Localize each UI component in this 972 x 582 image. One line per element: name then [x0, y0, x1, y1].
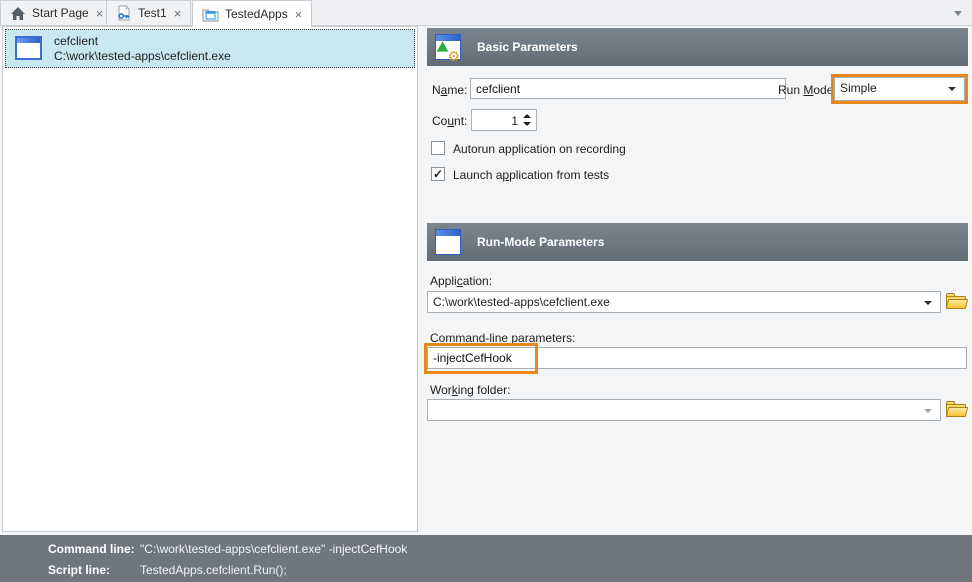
chevron-down-icon[interactable] — [948, 87, 956, 91]
close-icon[interactable]: × — [96, 7, 104, 20]
command-line-parameters-label: Command-line parameters: — [430, 331, 575, 345]
app-name: cefclient — [54, 34, 98, 48]
spin-up-icon[interactable] — [523, 114, 531, 118]
browse-working-folder-button[interactable] — [946, 401, 967, 417]
tab-list-dropdown-icon[interactable] — [954, 11, 962, 16]
chevron-down-icon[interactable] — [924, 301, 932, 305]
application-window-icon — [15, 36, 42, 60]
tab-label: Start Page — [32, 6, 89, 20]
script-line-status-label: Script line: — [48, 563, 110, 577]
tab-testedapps[interactable]: TestedApps × — [192, 0, 312, 27]
application-label: Application: — [430, 274, 492, 288]
basic-parameters-icon: ⚙ — [435, 34, 461, 60]
count-stepper[interactable]: 1 — [471, 109, 537, 131]
name-input[interactable] — [470, 78, 786, 99]
working-folder-label: Working folder: — [430, 383, 510, 397]
checkmark-icon: ✓ — [433, 167, 443, 181]
application-value: C:\work\tested-apps\cefclient.exe — [433, 295, 610, 309]
tested-apps-list: cefclient C:\work\tested-apps\cefclient.… — [2, 26, 418, 532]
tab-bar: Start Page × Test1 × TestedApps × — [0, 0, 972, 26]
section-title: Run-Mode Parameters — [477, 223, 604, 261]
spin-down-icon[interactable] — [523, 122, 531, 126]
tab-label: TestedApps — [225, 7, 288, 21]
command-line-status-label: Command line: — [48, 542, 135, 556]
tab-label: Test1 — [138, 6, 167, 20]
run-mode-label: Run Mode: — [778, 83, 837, 97]
tab-test1[interactable]: Test1 × — [106, 0, 191, 26]
autorun-checkbox-label: Autorun application on recording — [453, 142, 626, 156]
testedapps-editor-window: Start Page × Test1 × TestedApps × — [0, 0, 972, 582]
script-line-status-value: TestedApps.cefclient.Run(); — [140, 563, 287, 577]
run-mode-dropdown[interactable]: Simple — [834, 77, 965, 101]
count-label: Count: — [432, 114, 467, 128]
close-icon[interactable]: × — [174, 7, 182, 20]
close-icon[interactable]: × — [295, 8, 303, 21]
run-mode-value: Simple — [840, 81, 877, 95]
count-value: 1 — [511, 114, 518, 128]
chevron-down-icon[interactable] — [924, 409, 932, 413]
run-mode-parameters-icon — [435, 229, 461, 255]
app-path: C:\work\tested-apps\cefclient.exe — [54, 49, 231, 63]
command-line-parameters-input[interactable] — [427, 347, 967, 369]
browse-application-folder-button[interactable] — [946, 293, 967, 309]
section-title: Basic Parameters — [477, 28, 578, 66]
working-folder-combobox[interactable] — [427, 399, 941, 421]
run-mode-parameters-header: Run-Mode Parameters — [427, 223, 968, 261]
autorun-checkbox[interactable] — [431, 141, 445, 155]
command-line-status-value: "C:\work\tested-apps\cefclient.exe" -inj… — [140, 542, 407, 556]
basic-parameters-header: ⚙ Basic Parameters — [427, 28, 968, 66]
status-bar: Command line: "C:\work\tested-apps\cefcl… — [0, 535, 972, 582]
name-label: Name: — [432, 83, 467, 97]
tested-apps-icon — [202, 7, 219, 22]
launch-from-tests-checkbox[interactable]: ✓ — [431, 167, 445, 181]
list-item-cefclient[interactable]: cefclient C:\work\tested-apps\cefclient.… — [5, 29, 415, 68]
application-combobox[interactable]: C:\work\tested-apps\cefclient.exe — [427, 291, 941, 313]
run-mode-highlight-annotation: Simple — [831, 74, 968, 104]
tab-start-page[interactable]: Start Page × — [0, 0, 113, 26]
home-icon — [10, 6, 26, 21]
launch-from-tests-checkbox-label: Launch application from tests — [453, 168, 609, 182]
keyword-test-icon — [116, 5, 132, 21]
